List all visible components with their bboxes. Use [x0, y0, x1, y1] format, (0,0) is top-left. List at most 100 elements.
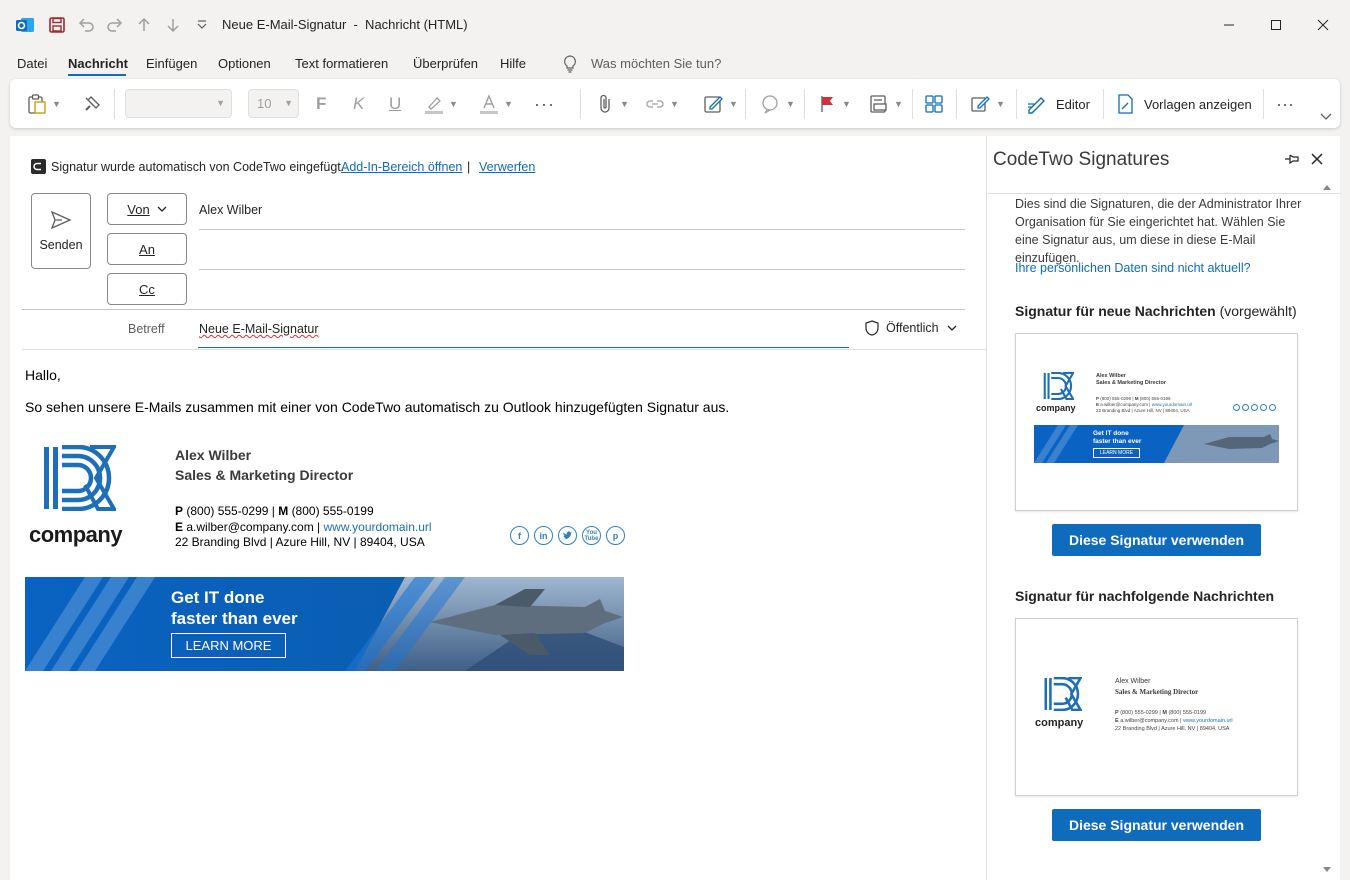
pane-divider — [988, 193, 1341, 194]
email-value[interactable]: a.wilber@company.com — [186, 520, 313, 534]
expand-ribbon-icon[interactable] — [1320, 103, 1332, 129]
shield-icon — [865, 320, 879, 336]
scroll-down-icon[interactable] — [1322, 866, 1332, 874]
infobar-text: Signatur wurde automatisch von CodeTwo e… — [51, 160, 345, 174]
font-size-combo[interactable]: 10 ▼ — [248, 89, 299, 118]
bold-button[interactable]: F — [316, 91, 326, 117]
thumb-address: 22 Branding Blvd | Azure Hill, NV | 8940… — [1096, 408, 1190, 413]
highlight-button[interactable]: ▼ — [423, 91, 458, 117]
use-signature-reply-button[interactable]: Diese Signatur verwenden — [1052, 809, 1261, 841]
customize-quick-access-icon[interactable] — [191, 14, 213, 36]
close-pane-icon[interactable] — [1311, 153, 1323, 165]
chevron-down-icon — [947, 324, 957, 332]
website-link[interactable]: www.yourdomain.url — [324, 520, 432, 534]
codetwo-addin-button[interactable]: ▼ — [970, 91, 1005, 117]
menu-ueberpruefen[interactable]: Überprüfen — [413, 56, 478, 71]
from-button[interactable]: Von — [107, 193, 187, 225]
linkedin-icon[interactable]: in — [534, 526, 553, 545]
ribbon-separator — [114, 89, 115, 119]
subject-focus-line — [198, 347, 849, 348]
chevron-down-icon: ▼ — [620, 99, 629, 109]
paste-button[interactable]: ▼ — [26, 91, 61, 117]
discard-link[interactable]: Verwerfen — [479, 160, 535, 174]
menu-nachricht[interactable]: Nachricht — [68, 56, 128, 71]
more-options-button[interactable]: ··· — [1276, 91, 1294, 117]
from-value: Alex Wilber — [199, 203, 263, 217]
thumb-banner: Get IT done faster than ever LEARN MORE — [1034, 425, 1279, 463]
view-templates-button[interactable]: Vorlagen anzeigen — [1116, 91, 1252, 117]
menu-einfuegen[interactable]: Einfügen — [146, 56, 197, 71]
ribbon-separator — [912, 89, 913, 119]
to-input[interactable] — [199, 235, 965, 268]
font-family-combo[interactable]: ▼ — [125, 89, 232, 118]
underline-button[interactable]: U — [389, 91, 401, 117]
personal-data-link[interactable]: Ihre persönlichen Daten sind nicht aktue… — [1015, 261, 1251, 275]
arrow-down-icon[interactable] — [162, 14, 184, 36]
chevron-down-icon: ▼ — [894, 99, 903, 109]
chevron-down-icon: ▼ — [504, 99, 513, 109]
redo-icon[interactable] — [104, 14, 126, 36]
menu-text-formatieren[interactable]: Text formatieren — [295, 56, 388, 71]
minimize-button[interactable] — [1206, 10, 1252, 40]
arrow-up-icon[interactable] — [133, 14, 155, 36]
italic-button[interactable]: K — [353, 91, 364, 117]
loop-component-button[interactable]: ▼ — [760, 91, 795, 117]
undo-icon[interactable] — [75, 14, 97, 36]
more-format-button[interactable]: ··· — [534, 91, 555, 117]
youtube-icon[interactable]: You Tube — [582, 526, 601, 545]
save-icon[interactable] — [46, 14, 68, 36]
menu-optionen[interactable]: Optionen — [218, 56, 271, 71]
ribbon-toolbar: ▼ ▼ 10 ▼ F K U ▼ ▼ ··· ▼ ▼ ▼ ▼ ▼ ▼ ▼ Edi… — [10, 79, 1340, 128]
signature-title: Sales & Marketing Director — [175, 467, 354, 483]
attach-file-button[interactable]: ▼ — [596, 91, 629, 117]
signature-preview-reply[interactable]: company Alex Wilber Sales & Marketing Di… — [1015, 618, 1298, 796]
sensitivity-dropdown[interactable]: Öffentlich — [865, 320, 957, 336]
signature-preview-new[interactable]: company Alex Wilber Sales & Marketing Di… — [1015, 333, 1298, 511]
field-divider — [22, 349, 986, 350]
apps-button[interactable] — [924, 91, 944, 117]
facebook-icon[interactable]: f — [510, 526, 529, 545]
new-heading-suffix: (vorgewählt) — [1219, 303, 1297, 319]
twitter-icon[interactable] — [558, 526, 577, 545]
sensitivity-button[interactable]: ▼ — [868, 91, 903, 117]
link-button[interactable]: ▼ — [644, 91, 679, 117]
open-addin-link[interactable]: Add-In-Bereich öffnen — [341, 160, 462, 174]
close-button[interactable] — [1300, 10, 1346, 40]
ribbon-separator — [1263, 89, 1264, 119]
subject-input[interactable]: Neue E-Mail-Signatur — [199, 322, 319, 336]
thumb-address: 22 Branding Blvd | Azure Hill, NV | 8940… — [1115, 726, 1230, 732]
editor-button[interactable]: Editor — [1026, 91, 1090, 117]
send-button[interactable]: Senden — [31, 193, 91, 269]
format-painter-button[interactable] — [82, 91, 102, 117]
to-button[interactable]: An — [107, 233, 187, 265]
thumb-company: company — [1036, 403, 1076, 413]
body-paragraph[interactable]: So sehen unsere E-Mails zusammen mit ein… — [25, 399, 729, 415]
lightbulb-icon — [562, 55, 578, 73]
company-logo-icon — [1044, 677, 1082, 711]
scroll-up-icon[interactable] — [1322, 183, 1332, 191]
tell-me-search[interactable]: Was möchten Sie tun? — [591, 56, 721, 71]
font-color-button[interactable]: ▼ — [478, 91, 513, 117]
cc-button[interactable]: Cc — [107, 273, 187, 305]
menu-datei[interactable]: Datei — [17, 56, 47, 71]
cc-input[interactable] — [199, 275, 965, 308]
chevron-down-icon: ▼ — [670, 99, 679, 109]
menu-hilfe[interactable]: Hilfe — [500, 56, 526, 71]
body-greeting[interactable]: Hallo, — [25, 367, 61, 383]
thumb-phones: P (800) 555-0299 | M (800) 555-0199 — [1115, 710, 1207, 716]
chevron-down-icon: ▼ — [842, 99, 851, 109]
chevron-down-icon: ▼ — [729, 99, 738, 109]
banner-line2: faster than ever — [171, 609, 298, 628]
twitter-icon — [1251, 404, 1258, 411]
chevron-down-icon: ▼ — [284, 98, 293, 108]
signature-button[interactable]: ▼ — [703, 91, 738, 117]
chevron-down-icon: ▼ — [449, 99, 458, 109]
use-signature-new-button[interactable]: Diese Signatur verwenden — [1052, 524, 1261, 556]
pinterest-icon[interactable]: p — [606, 526, 625, 545]
flag-button[interactable]: ▼ — [818, 91, 851, 117]
signature-banner[interactable]: Get IT done faster than ever LEARN MORE — [25, 577, 624, 671]
maximize-button[interactable] — [1253, 10, 1299, 40]
pin-icon[interactable] — [1284, 152, 1300, 166]
learn-more-button[interactable]: LEARN MORE — [171, 633, 286, 658]
compose-panel: Signatur wurde automatisch von CodeTwo e… — [10, 136, 986, 880]
